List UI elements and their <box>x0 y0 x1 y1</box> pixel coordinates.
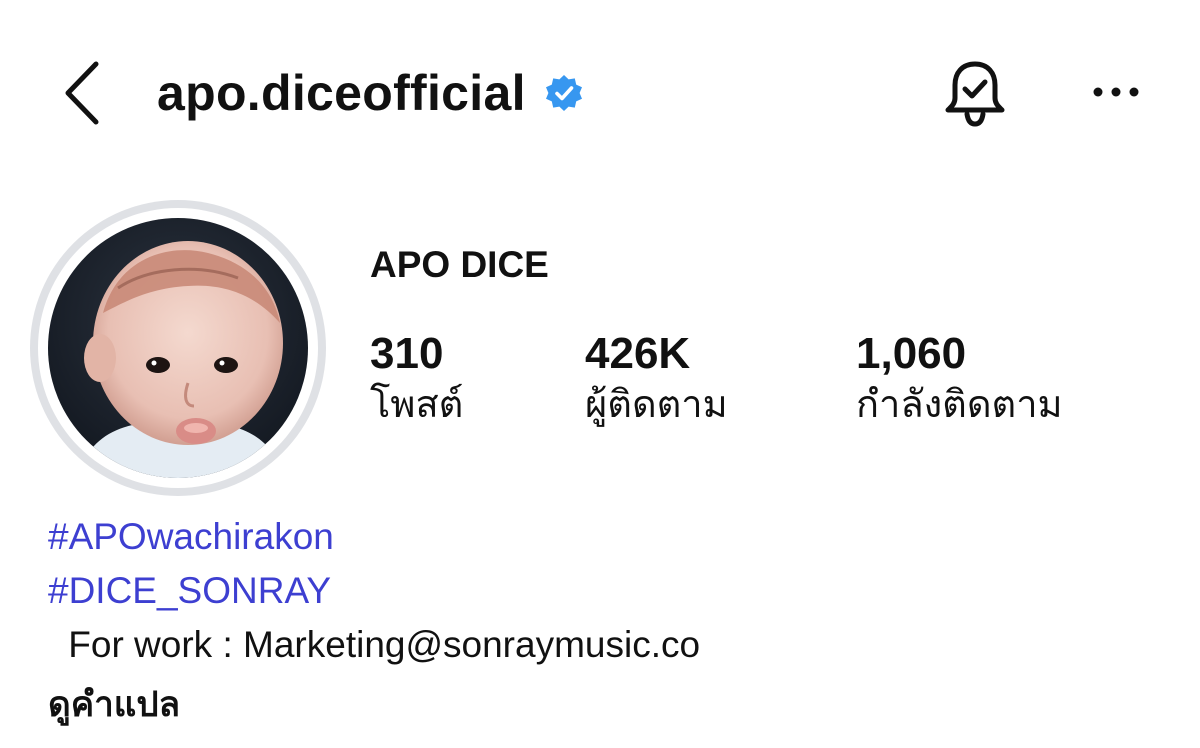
avatar[interactable] <box>48 218 308 478</box>
display-name: APO DICE <box>370 244 549 285</box>
bio-contact: For work : Marketing@sonraymusic.co <box>58 624 701 665</box>
back-button[interactable] <box>58 58 108 128</box>
following-stat[interactable]: 1,060 กำลังติดตาม <box>856 328 1063 430</box>
bell-check-icon <box>945 61 1005 127</box>
posts-label: โพสต์ <box>370 384 464 426</box>
following-label: กำลังติดตาม <box>856 384 1063 426</box>
more-horizontal-icon <box>1093 87 1139 97</box>
chevron-left-icon <box>65 61 99 125</box>
hashtag-link[interactable]: #APOwachirakon <box>48 516 334 558</box>
followers-stat[interactable]: 426K ผู้ติดตาม <box>585 328 728 430</box>
notifications-button[interactable] <box>940 58 1010 130</box>
posts-stat[interactable]: 310 โพสต์ <box>370 328 463 430</box>
username: apo.diceofficial <box>157 65 526 121</box>
see-translation-button[interactable]: ดูคำแปล <box>48 677 180 732</box>
followers-count: 426K <box>585 329 691 378</box>
followers-label: ผู้ติดตาม <box>585 384 728 426</box>
posts-count: 310 <box>370 329 444 378</box>
header-title: apo.diceofficial <box>157 60 584 126</box>
verified-badge-icon <box>545 75 582 111</box>
hashtag-link[interactable]: #DICE_SONRAY <box>48 570 331 612</box>
profile-page: apo.diceofficial APO DICE 310 โพสต์ 426K… <box>0 0 1200 748</box>
more-options-button[interactable] <box>1086 80 1146 104</box>
following-count: 1,060 <box>856 329 967 378</box>
baby-photo-avatar <box>48 218 308 478</box>
